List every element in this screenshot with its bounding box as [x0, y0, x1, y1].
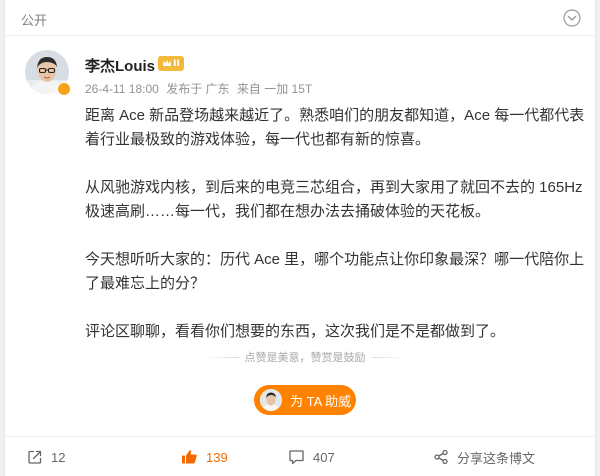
comment-action[interactable]: 407 — [288, 447, 335, 467]
forward-label: 分享这条博文 — [457, 450, 536, 466]
visibility-label: 公开 — [21, 13, 48, 28]
post-time[interactable]: 26-4-11 18:00 — [85, 82, 159, 96]
boost-button[interactable]: 为 TA 助威 — [254, 385, 356, 415]
post-paragraph: 评论区聊聊，看看你们想要的东西，这次我们是不是都做到了。 — [85, 323, 506, 340]
post-paragraph: 今天想听听大家的：历代 Ace 里，哪个功能点让你印象最深？哪一代陪你上了最难忘… — [85, 251, 585, 292]
boost-button-label: 为 TA 助威 — [290, 393, 352, 409]
comment-count: 407 — [313, 449, 335, 465]
crown-icon — [163, 60, 172, 66]
member-level: II — [173, 58, 180, 69]
visibility-bar: 公开 — [5, 0, 595, 36]
forward-action[interactable]: 分享这条博文 — [433, 447, 535, 467]
divider-line — [205, 356, 239, 358]
verified-badge-icon — [57, 82, 71, 96]
post-meta: 26-4-11 18:00 发布于 广东 来自 一加 15T — [85, 80, 316, 97]
like-count: 139 — [206, 449, 228, 465]
chevron-down-icon[interactable] — [563, 9, 581, 27]
post-paragraph: 距离 Ace 新品登场越来越近了。熟悉咱们的朋友都知道，Ace 每一代都代表着行… — [85, 107, 585, 148]
post-location: 发布于 广东 — [166, 82, 230, 96]
share-count: 12 — [51, 449, 66, 465]
reward-divider-text: 点赞是美意，赞赏是鼓励 — [244, 352, 366, 364]
action-bar: 12 139 407 分享这条博文 — [5, 436, 595, 476]
member-crown-badge-icon[interactable]: II — [158, 56, 184, 71]
post-card: 公开 李杰Louis II 26-4-11 18:00 发布于 广东 来自 一加… — [4, 0, 596, 476]
author-name[interactable]: 李杰Louis — [85, 55, 155, 76]
repost-action[interactable]: 12 — [27, 447, 65, 467]
comment-icon — [289, 450, 304, 465]
forward-share-icon — [434, 449, 448, 465]
thumbs-up-icon — [182, 450, 197, 464]
divider-line — [371, 356, 405, 358]
share-icon — [28, 450, 42, 464]
like-action[interactable]: 139 — [181, 447, 228, 467]
boost-avatar — [260, 389, 282, 411]
post-source: 来自 一加 15T — [236, 82, 313, 96]
reward-divider: 点赞是美意，赞赏是鼓励 — [205, 350, 405, 364]
post-body: 距离 Ace 新品登场越来越近了。熟悉咱们的朋友都知道，Ace 每一代都代表着行… — [85, 104, 585, 368]
post-paragraph: 从风驰游戏内核，到后来的电竞三芯组合，再到大家用了就回不去的 165Hz 极速高… — [85, 179, 583, 220]
